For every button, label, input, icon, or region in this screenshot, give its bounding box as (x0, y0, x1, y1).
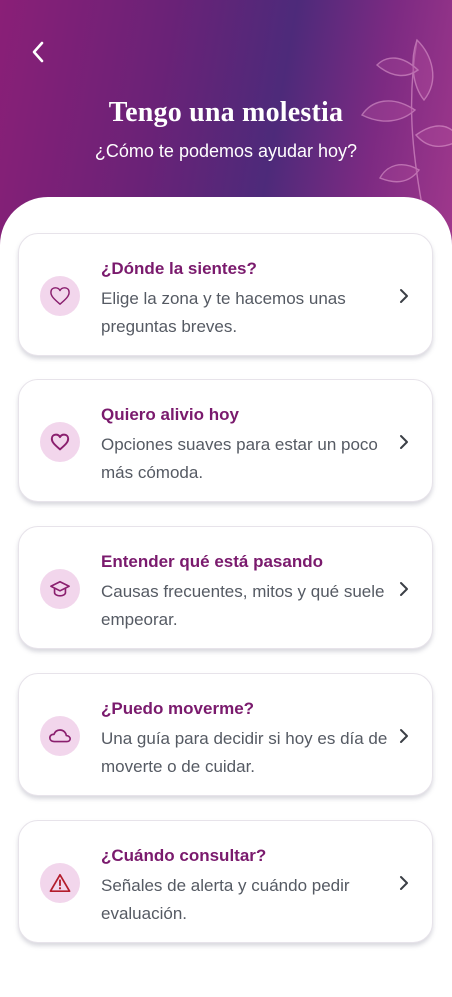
card-description: Elige la zona y te hacemos unas pregunta… (101, 289, 346, 336)
card-understand[interactable]: Entender qué está pasando Causas frecuen… (18, 526, 433, 649)
card-icon-circle (40, 716, 80, 756)
chevron-right-icon (400, 582, 408, 596)
page-subtitle: ¿Cómo te podemos ayudar hoy? (94, 141, 358, 161)
chevron-right-icon (400, 435, 408, 449)
card-title: Entender qué está pasando (101, 552, 323, 571)
card-description: Señales de alerta y cuándo pedir evaluac… (101, 876, 350, 923)
card-when-to-consult[interactable]: ¿Cuándo consultar? Señales de alerta y c… (18, 820, 433, 943)
card-where-you-feel-it[interactable]: ¿Dónde la sientes? Elige la zona y te ha… (18, 233, 433, 356)
card-description: Una guía para decidir si hoy es día de m… (101, 729, 388, 776)
alert-triangle-icon (49, 873, 71, 893)
card-icon-circle (40, 422, 80, 462)
heart-icon (50, 433, 70, 451)
card-title: ¿Dónde la sientes? (101, 259, 257, 278)
page-title: Tengo una molestia (108, 97, 344, 128)
card-description: Opciones suaves para estar un poco más c… (101, 435, 378, 482)
card-relief-today[interactable]: Quiero alivio hoy Opciones suaves para e… (18, 379, 433, 502)
card-icon-circle (40, 863, 80, 903)
chevron-right-icon (400, 289, 408, 303)
chevron-left-icon (32, 41, 44, 63)
card-icon-circle (40, 569, 80, 609)
card-icon-circle (40, 276, 80, 316)
card-title: Quiero alivio hoy (101, 405, 239, 424)
card-title: ¿Cuándo consultar? (101, 846, 267, 865)
graduation-cap-icon (50, 580, 70, 597)
card-can-i-move[interactable]: ¿Puedo moverme? Una guía para decidir si… (18, 673, 433, 796)
chevron-right-icon (400, 729, 408, 743)
card-description: Causas frecuentes, mitos y qué suele emp… (101, 582, 385, 629)
cloud-icon (49, 729, 71, 743)
chevron-right-icon (400, 876, 408, 890)
heart-outline-icon (50, 287, 70, 305)
back-button[interactable] (22, 36, 54, 68)
card-title: ¿Puedo moverme? (101, 699, 255, 718)
